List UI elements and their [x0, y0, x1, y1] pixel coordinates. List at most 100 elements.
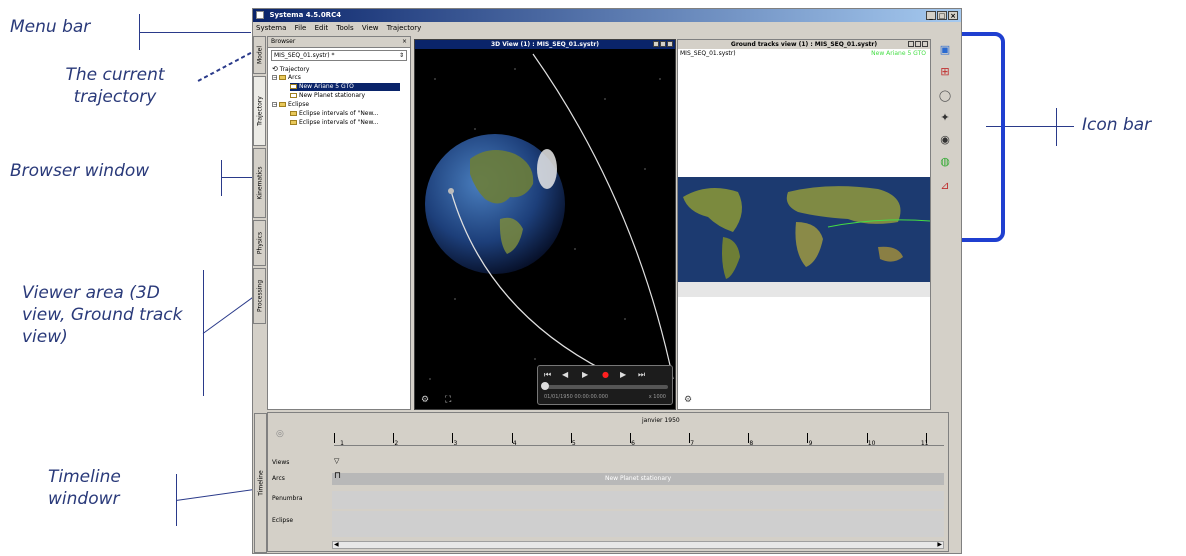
- polar-cap: [537, 149, 557, 189]
- chevron-down-icon: ⇕: [398, 52, 404, 59]
- tick-label: 7: [690, 440, 695, 447]
- app-icon: [256, 11, 264, 19]
- maximize-icon[interactable]: [660, 41, 666, 47]
- callout-line-current-trajectory: [197, 51, 254, 82]
- ground-track-canvas[interactable]: MIS_SEQ_01.systr) New Ariane 5 GTO: [678, 49, 930, 409]
- browser-title: Browser ×: [268, 37, 410, 48]
- layout-icon[interactable]: ▣: [938, 43, 952, 57]
- tab-timeline[interactable]: Timeline: [254, 413, 267, 553]
- eclipse-icon: [290, 120, 297, 125]
- folder-icon: [279, 102, 286, 107]
- callout-icon-bar: Icon bar: [1082, 115, 1152, 135]
- tree-item-arcs[interactable]: − Arcs: [272, 74, 301, 82]
- menu-systema[interactable]: Systema: [253, 22, 289, 34]
- timeline-scrollbar[interactable]: ◀ ▶: [332, 541, 944, 549]
- collapse-icon[interactable]: −: [272, 75, 277, 81]
- tick-label: 10: [867, 440, 876, 447]
- callout-line-menu-bar: [139, 32, 251, 33]
- camera-icon[interactable]: ⚙: [421, 395, 429, 405]
- close-icon[interactable]: [922, 41, 928, 47]
- record-icon[interactable]: ●: [602, 370, 609, 379]
- maximize-button[interactable]: □: [937, 11, 947, 20]
- minimize-icon[interactable]: [653, 41, 659, 47]
- step-back-icon[interactable]: ◀: [562, 370, 568, 379]
- penumbra-row: [332, 491, 944, 509]
- tick-label: 3: [453, 440, 458, 447]
- tree-item-eclipse-2[interactable]: Eclipse intervals of "New...: [290, 119, 379, 127]
- arc-icon: [290, 93, 297, 98]
- view-marker-icon[interactable]: ▽: [334, 457, 339, 465]
- callout-tick-icon-bar: [1056, 108, 1057, 146]
- tick-label: 11: [920, 440, 929, 447]
- callout-menu-bar: Menu bar: [10, 17, 91, 37]
- menu-trajectory[interactable]: Trajectory: [384, 22, 425, 34]
- tab-model[interactable]: Model: [253, 36, 266, 74]
- ground-track-view[interactable]: Ground tracks view (1) : MIS_SEQ_01.syst…: [677, 39, 931, 410]
- tree-item-trajectory[interactable]: ⟲ Trajectory: [272, 65, 309, 73]
- row-label-arcs: Arcs: [272, 475, 285, 482]
- collapse-icon[interactable]: −: [272, 102, 277, 108]
- station-icon[interactable]: ◉: [938, 133, 952, 147]
- scroll-right-icon[interactable]: ▶: [937, 541, 942, 548]
- tick-label: 6: [631, 440, 635, 447]
- globe-icon[interactable]: ◍: [938, 155, 952, 169]
- camera-icon[interactable]: ⚙: [684, 395, 692, 405]
- eclipse-icon: [290, 111, 297, 116]
- play-icon[interactable]: ▶: [582, 370, 588, 379]
- tab-trajectory[interactable]: Trajectory: [253, 76, 266, 146]
- fullscreen-icon[interactable]: ⛶: [445, 395, 451, 405]
- close-icon[interactable]: [667, 41, 673, 47]
- 3d-view-title: 3D View (1) : MIS_SEQ_01.systr): [415, 40, 675, 49]
- menu-file[interactable]: File: [292, 22, 310, 34]
- tab-kinematics[interactable]: Kinematics: [253, 148, 266, 218]
- folder-icon: [279, 75, 286, 80]
- eclipse-row: [332, 511, 944, 537]
- title-bar: Systema 4.5.0RC4 _ □ ×: [253, 9, 961, 22]
- step-forward-icon[interactable]: ▶: [620, 370, 626, 379]
- skip-forward-icon[interactable]: ⏭: [638, 370, 645, 380]
- row-label-penumbra: Penumbra: [272, 495, 303, 502]
- satellite-icon[interactable]: ✦: [938, 111, 952, 125]
- tick-label: 4: [512, 440, 517, 447]
- trajectory-selector[interactable]: MIS_SEQ_01.systr) * ⇕: [271, 50, 407, 61]
- close-button[interactable]: ×: [948, 11, 958, 20]
- orbit-icon[interactable]: ◯: [938, 89, 952, 103]
- arc-icon: [290, 84, 297, 89]
- 3d-view[interactable]: 3D View (1) : MIS_SEQ_01.systr) ⏮ ◀ ▶ ● …: [414, 39, 676, 410]
- chart-icon[interactable]: ⊿: [938, 179, 952, 193]
- add-view-icon[interactable]: ⊞: [938, 65, 952, 79]
- scroll-left-icon[interactable]: ◀: [334, 541, 339, 548]
- icon-bar: ▣ ⊞ ◯ ✦ ◉ ◍ ⊿: [935, 39, 957, 239]
- tab-physics[interactable]: Physics: [253, 220, 266, 266]
- maximize-icon[interactable]: [915, 41, 921, 47]
- tree-item-arc-planet[interactable]: New Planet stationary: [290, 92, 365, 100]
- tree-item-arc-ariane[interactable]: New Ariane 5 GTO: [290, 83, 400, 91]
- satellite-marker: [448, 188, 454, 194]
- zoom-icon[interactable]: ◎: [276, 429, 284, 439]
- arc-bar[interactable]: New Planet stationary: [332, 473, 944, 485]
- close-icon[interactable]: ×: [402, 37, 407, 47]
- slider-handle[interactable]: [541, 382, 549, 390]
- menu-tools[interactable]: Tools: [333, 22, 356, 34]
- arc-start-icon[interactable]: ⊓: [334, 471, 341, 481]
- minimize-button[interactable]: _: [926, 11, 936, 20]
- timeline-panel: Timeline janvier 1950 ◎ 1 2 3 4 5 6 7 8 …: [254, 412, 949, 553]
- playback-controls: ⏮ ◀ ▶ ● ▶ ⏭ 01/01/1950 00:00:00.000 x 10…: [537, 365, 673, 405]
- tick-label: 8: [749, 440, 754, 447]
- callout-current-trajectory: The current trajectory: [65, 65, 165, 107]
- tree-item-eclipse[interactable]: − Eclipse: [272, 101, 309, 109]
- minimize-icon[interactable]: [908, 41, 914, 47]
- menu-bar: Systema File Edit Tools View Trajectory: [253, 22, 961, 34]
- skip-back-icon[interactable]: ⏮: [544, 370, 551, 380]
- arc-bar-label: New Planet stationary: [604, 475, 672, 482]
- time-display: 01/01/1950 00:00:00.000: [544, 394, 608, 400]
- tree-item-eclipse-1[interactable]: Eclipse intervals of "New...: [290, 110, 379, 118]
- tab-processing[interactable]: Processing: [253, 268, 266, 324]
- menu-view[interactable]: View: [359, 22, 382, 34]
- callout-viewer-area: Viewer area (3D view, Ground track view): [22, 283, 183, 347]
- 3d-scene[interactable]: [415, 49, 675, 409]
- time-slider[interactable]: [542, 385, 668, 389]
- trajectory-icon: ⟲: [272, 65, 278, 73]
- callout-browser-window: Browser window: [10, 161, 150, 181]
- menu-edit[interactable]: Edit: [312, 22, 332, 34]
